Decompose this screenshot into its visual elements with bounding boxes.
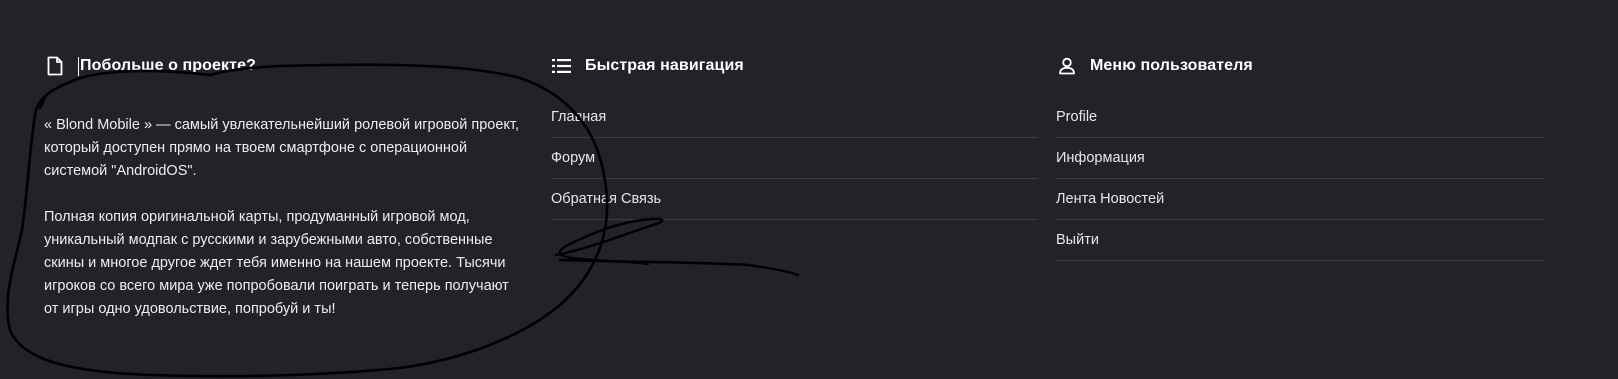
nav-link-forum[interactable]: Форум (551, 150, 595, 166)
user-item-news: Лента Новостей (1056, 179, 1544, 220)
nav-link-home[interactable]: Главная (551, 109, 606, 125)
text-caret (78, 56, 79, 76)
user-link-profile[interactable]: Profile (1056, 109, 1097, 125)
about-title: Побольше о проекте? (80, 57, 256, 74)
user-item-profile: Profile (1056, 97, 1544, 138)
about-paragraph: « Blond Mobile » — самый увлекательнейши… (44, 117, 519, 179)
user-link-logout[interactable]: Выйти (1056, 232, 1099, 248)
user-link-info[interactable]: Информация (1056, 150, 1145, 166)
quick-nav-list: Главная Форум Обратная Связь (551, 97, 1038, 220)
site-footer: Побольше о проекте? « Blond Mobile » — с… (0, 0, 1618, 379)
about-description: « Blond Mobile » — самый увлекательнейши… (44, 114, 524, 321)
list-icon (551, 55, 573, 77)
user-link-news[interactable]: Лента Новостей (1056, 191, 1164, 207)
quick-nav-header: Быстрая навигация (551, 50, 1038, 82)
user-menu-list: Profile Информация Лента Новостей Выйти (1056, 97, 1544, 261)
user-item-info: Информация (1056, 138, 1544, 179)
user-menu-header: Меню пользователя (1056, 50, 1544, 82)
user-item-logout: Выйти (1056, 220, 1544, 261)
document-icon (44, 55, 66, 77)
about-paragraph: Полная копия оригинальной карты, продума… (44, 209, 509, 317)
nav-link-feedback[interactable]: Обратная Связь (551, 191, 661, 207)
about-section: Побольше о проекте? « Blond Mobile » — с… (44, 50, 524, 321)
user-icon (1056, 55, 1078, 77)
about-header: Побольше о проекте? (44, 50, 524, 82)
nav-item-feedback: Обратная Связь (551, 179, 1038, 220)
user-menu-title: Меню пользователя (1090, 57, 1253, 74)
nav-item-forum: Форум (551, 138, 1038, 179)
quick-nav-title: Быстрая навигация (585, 57, 744, 74)
quick-nav-section: Быстрая навигация Главная Форум Обратная… (551, 50, 1038, 220)
nav-item-home: Главная (551, 97, 1038, 138)
user-menu-section: Меню пользователя Profile Информация Лен… (1056, 50, 1544, 261)
